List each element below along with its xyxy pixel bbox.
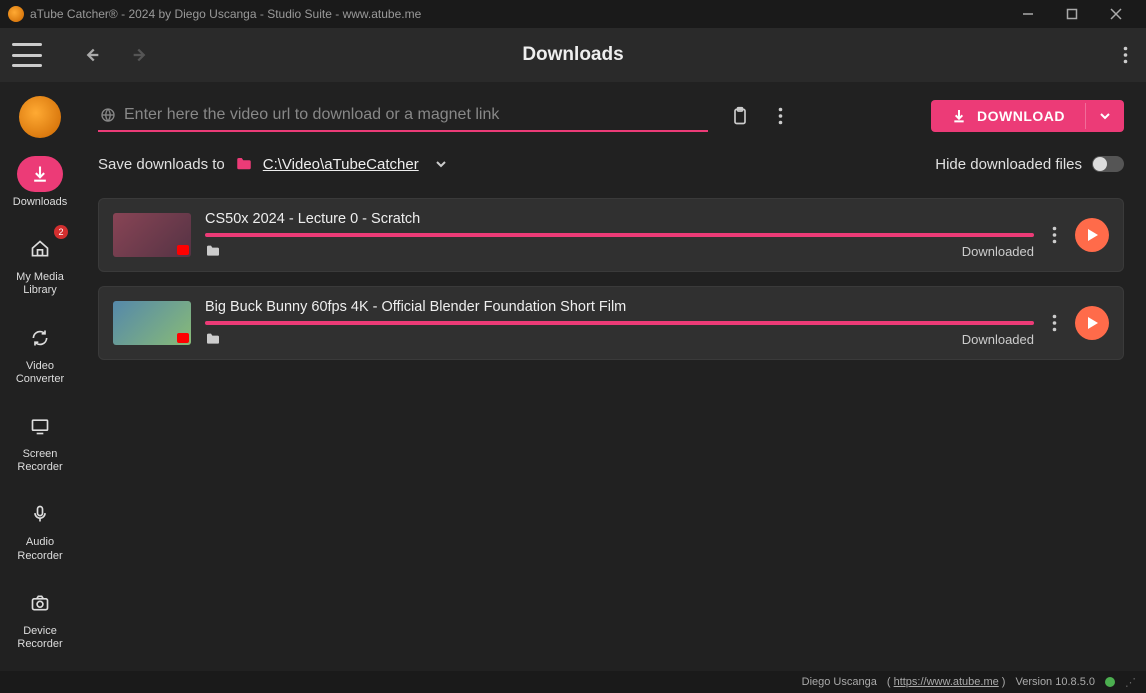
download-icon bbox=[17, 156, 63, 192]
download-dropdown-button[interactable] bbox=[1085, 103, 1124, 129]
url-input-wrap bbox=[98, 100, 708, 132]
page-title: Downloads bbox=[522, 44, 623, 66]
play-button[interactable] bbox=[1075, 306, 1109, 340]
refresh-icon bbox=[17, 320, 63, 356]
statusbar: Diego Uscanga ( https://www.atube.me ) V… bbox=[0, 671, 1146, 693]
hide-downloaded-label: Hide downloaded files bbox=[935, 156, 1082, 173]
close-button[interactable] bbox=[1104, 2, 1128, 26]
window-title: aTube Catcher® - 2024 by Diego Uscanga -… bbox=[30, 7, 421, 21]
sidebar-item-label: My Media Library bbox=[4, 271, 76, 297]
video-thumbnail[interactable] bbox=[113, 213, 191, 257]
status-author: Diego Uscanga bbox=[802, 676, 877, 688]
download-status: Downloaded bbox=[962, 244, 1034, 259]
status-version: Version 10.8.5.0 bbox=[1015, 676, 1095, 688]
nav-forward-button[interactable] bbox=[116, 38, 166, 72]
topbar-more-button[interactable] bbox=[1117, 40, 1134, 70]
download-item: Big Buck Bunny 60fps 4K - Official Blend… bbox=[98, 286, 1124, 360]
play-button[interactable] bbox=[1075, 218, 1109, 252]
download-title: Big Buck Bunny 60fps 4K - Official Blend… bbox=[205, 299, 1034, 315]
sidebar-item-video-converter[interactable]: Video Converter bbox=[0, 316, 80, 390]
globe-icon bbox=[100, 107, 116, 123]
downloads-list: CS50x 2024 - Lecture 0 - Scratch Downloa… bbox=[98, 198, 1124, 663]
status-indicator-icon bbox=[1105, 677, 1115, 687]
sidebar-item-media-library[interactable]: 2 My Media Library bbox=[0, 227, 80, 301]
camera-icon bbox=[17, 585, 63, 621]
open-folder-button[interactable] bbox=[205, 243, 221, 259]
titlebar: aTube Catcher® - 2024 by Diego Uscanga -… bbox=[0, 0, 1146, 28]
save-path-link[interactable]: C:\Video\aTubeCatcher bbox=[263, 156, 419, 173]
paste-button[interactable] bbox=[724, 100, 756, 132]
download-title: CS50x 2024 - Lecture 0 - Scratch bbox=[205, 211, 1034, 227]
chevron-down-icon[interactable] bbox=[429, 152, 453, 176]
video-thumbnail[interactable] bbox=[113, 301, 191, 345]
folder-icon bbox=[235, 155, 253, 173]
sidebar-item-label: Video Converter bbox=[4, 360, 76, 386]
open-folder-button[interactable] bbox=[205, 331, 221, 347]
sidebar: Downloads 2 My Media Library Video Conve… bbox=[0, 82, 80, 671]
status-url-link[interactable]: https://www.atube.me bbox=[894, 676, 999, 688]
monitor-icon bbox=[17, 408, 63, 444]
save-label: Save downloads to bbox=[98, 156, 225, 173]
app-icon bbox=[8, 6, 24, 22]
sidebar-item-screen-recorder[interactable]: Screen Recorder bbox=[0, 404, 80, 478]
resize-grip-icon[interactable]: ⋰ bbox=[1125, 676, 1136, 689]
url-more-button[interactable] bbox=[772, 101, 789, 131]
sidebar-item-label: Device Recorder bbox=[4, 625, 76, 651]
hamburger-menu[interactable] bbox=[12, 43, 42, 67]
media-badge: 2 bbox=[54, 225, 68, 239]
main-panel: DOWNLOAD Save downloads to C:\Video\aTub… bbox=[80, 82, 1146, 671]
sidebar-item-audio-recorder[interactable]: Audio Recorder bbox=[0, 492, 80, 566]
app-logo bbox=[19, 96, 61, 138]
minimize-button[interactable] bbox=[1016, 2, 1040, 26]
item-more-button[interactable] bbox=[1048, 222, 1061, 248]
download-button[interactable]: DOWNLOAD bbox=[931, 100, 1124, 132]
nav-back-button[interactable] bbox=[66, 38, 116, 72]
sidebar-item-label: Downloads bbox=[13, 196, 67, 209]
maximize-button[interactable] bbox=[1060, 2, 1084, 26]
download-icon bbox=[951, 108, 967, 124]
hide-downloaded-toggle[interactable] bbox=[1092, 156, 1124, 172]
download-status: Downloaded bbox=[962, 332, 1034, 347]
sidebar-item-device-recorder[interactable]: Device Recorder bbox=[0, 581, 80, 655]
download-button-label: DOWNLOAD bbox=[977, 108, 1065, 124]
url-input[interactable] bbox=[124, 106, 706, 124]
progress-bar bbox=[205, 233, 1034, 237]
sidebar-item-label: Screen Recorder bbox=[4, 448, 76, 474]
download-item: CS50x 2024 - Lecture 0 - Scratch Downloa… bbox=[98, 198, 1124, 272]
progress-bar bbox=[205, 321, 1034, 325]
mic-icon bbox=[17, 496, 63, 532]
sidebar-item-downloads[interactable]: Downloads bbox=[9, 152, 71, 213]
topbar: Downloads bbox=[0, 28, 1146, 82]
sidebar-item-label: Audio Recorder bbox=[4, 536, 76, 562]
item-more-button[interactable] bbox=[1048, 310, 1061, 336]
